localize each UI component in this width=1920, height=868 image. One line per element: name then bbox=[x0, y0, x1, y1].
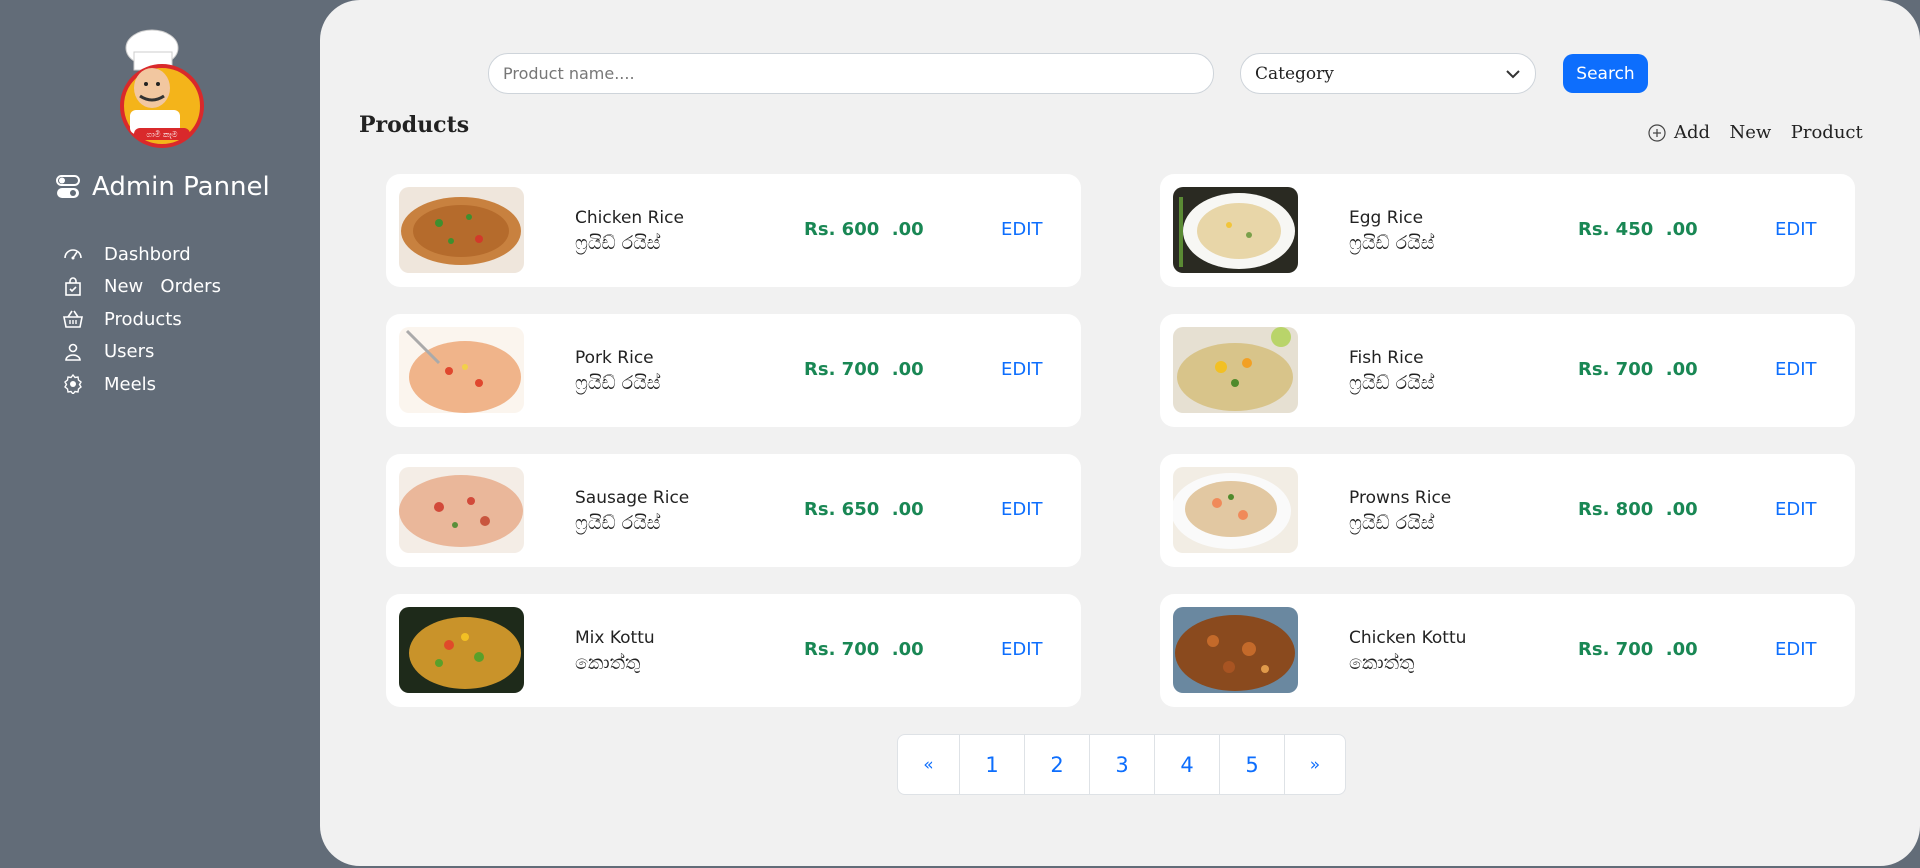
product-price: Rs. 700 .00 bbox=[1578, 359, 1698, 380]
product-price: Rs. 650 .00 bbox=[804, 499, 924, 520]
category-select-label: Category bbox=[1255, 63, 1334, 84]
chef-logo: ගාමි කෑම bbox=[110, 26, 208, 148]
food-icon bbox=[62, 373, 84, 395]
sidebar-nav: Dashbord New Orders Products Users Meels bbox=[62, 238, 221, 401]
add-new-product-button[interactable]: Add New Product bbox=[1648, 122, 1863, 143]
product-card: Fish Rice ෆ්‍රයිඩ් රයිස් Rs. 700 .00 EDI… bbox=[1160, 314, 1855, 427]
product-name: Egg Rice bbox=[1349, 208, 1424, 228]
product-card: Prowns Rice ෆ්‍රයිඩ් රයිස් Rs. 800 .00 E… bbox=[1160, 454, 1855, 567]
product-subtitle: කොත්තු bbox=[1349, 652, 1415, 674]
product-search-input[interactable] bbox=[488, 53, 1214, 94]
product-subtitle: ෆ්‍රයිඩ් රයිස් bbox=[575, 232, 661, 254]
category-select[interactable]: Category bbox=[1240, 53, 1536, 94]
edit-link[interactable]: EDIT bbox=[1775, 359, 1817, 380]
product-image bbox=[1173, 607, 1298, 693]
svg-text:ගාමි කෑම: ගාමි කෑම bbox=[146, 130, 177, 139]
product-card: Chicken Rice ෆ්‍රයිඩ් රයිස් Rs. 600 .00 … bbox=[386, 174, 1081, 287]
sidebar-item-label: Products bbox=[104, 308, 182, 330]
sidebar: ගාමි කෑම Admin Pannel Dashbord New Order… bbox=[0, 0, 320, 868]
brand-title: Admin Pannel bbox=[92, 172, 270, 202]
product-price: Rs. 800 .00 bbox=[1578, 499, 1698, 520]
pagination-page-4[interactable]: 4 bbox=[1154, 735, 1219, 794]
brand: Admin Pannel bbox=[56, 172, 270, 202]
product-card: Sausage Rice ෆ්‍රයිඩ් රයිස් Rs. 650 .00 … bbox=[386, 454, 1081, 567]
edit-link[interactable]: EDIT bbox=[1775, 219, 1817, 240]
product-name: Mix Kottu bbox=[575, 628, 655, 648]
product-card: Egg Rice ෆ්‍රයිඩ් රයිස් Rs. 450 .00 EDIT bbox=[1160, 174, 1855, 287]
sidebar-item-products[interactable]: Products bbox=[62, 303, 221, 336]
bag-check-icon bbox=[62, 276, 84, 298]
add-new-product-label: Add New Product bbox=[1674, 122, 1863, 143]
plus-circle-icon bbox=[1648, 123, 1666, 142]
edit-link[interactable]: EDIT bbox=[1001, 639, 1043, 660]
product-price: Rs. 700 .00 bbox=[804, 639, 924, 660]
pagination-page-5[interactable]: 5 bbox=[1219, 735, 1284, 794]
speedometer-icon bbox=[62, 243, 84, 265]
product-image bbox=[399, 327, 524, 413]
product-name: Pork Rice bbox=[575, 348, 654, 368]
pagination-page-2[interactable]: 2 bbox=[1024, 735, 1089, 794]
product-name: Prowns Rice bbox=[1349, 488, 1452, 508]
product-subtitle: ෆ්‍රයිඩ් රයිස් bbox=[1349, 232, 1435, 254]
pagination-page-3[interactable]: 3 bbox=[1089, 735, 1154, 794]
pagination-next[interactable]: » bbox=[1284, 735, 1345, 794]
product-name: Fish Rice bbox=[1349, 348, 1424, 368]
product-price: Rs. 700 .00 bbox=[804, 359, 924, 380]
product-subtitle: කොත්තු bbox=[575, 652, 641, 674]
pagination-page-1[interactable]: 1 bbox=[959, 735, 1024, 794]
product-price: Rs. 600 .00 bbox=[804, 219, 924, 240]
sidebar-item-label: Users bbox=[104, 341, 155, 363]
product-image bbox=[399, 467, 524, 553]
edit-link[interactable]: EDIT bbox=[1775, 639, 1817, 660]
sidebar-item-dashboard[interactable]: Dashbord bbox=[62, 238, 221, 271]
product-subtitle: ෆ්‍රයිඩ් රයිස් bbox=[575, 372, 661, 394]
sidebar-item-label: New Orders bbox=[104, 276, 221, 298]
product-price: Rs. 700 .00 bbox=[1578, 639, 1698, 660]
sidebar-item-new-orders[interactable]: New Orders bbox=[62, 271, 221, 304]
main-panel: Category Search Products Add New Product… bbox=[320, 0, 1920, 866]
chevron-down-icon bbox=[1506, 69, 1520, 78]
product-card: Pork Rice ෆ්‍රයිඩ් රයිස් Rs. 700 .00 EDI… bbox=[386, 314, 1081, 427]
pagination-prev[interactable]: « bbox=[898, 735, 959, 794]
product-card: Chicken Kottu කොත්තු Rs. 700 .00 EDIT bbox=[1160, 594, 1855, 707]
edit-link[interactable]: EDIT bbox=[1775, 499, 1817, 520]
edit-link[interactable]: EDIT bbox=[1001, 499, 1043, 520]
product-subtitle: ෆ්‍රයිඩ් රයිස් bbox=[575, 512, 661, 534]
sidebar-item-meels[interactable]: Meels bbox=[62, 368, 221, 401]
product-image bbox=[1173, 327, 1298, 413]
product-name: Chicken Kottu bbox=[1349, 628, 1467, 648]
person-icon bbox=[62, 341, 84, 363]
edit-link[interactable]: EDIT bbox=[1001, 219, 1043, 240]
product-name: Chicken Rice bbox=[575, 208, 684, 228]
product-card: Mix Kottu කොත්තු Rs. 700 .00 EDIT bbox=[386, 594, 1081, 707]
sidebar-item-users[interactable]: Users bbox=[62, 336, 221, 369]
basket-icon bbox=[62, 308, 84, 330]
product-image bbox=[399, 187, 524, 273]
search-button[interactable]: Search bbox=[1563, 54, 1648, 93]
edit-link[interactable]: EDIT bbox=[1001, 359, 1043, 380]
product-subtitle: ෆ්‍රයිඩ් රයිස් bbox=[1349, 512, 1435, 534]
product-image bbox=[399, 607, 524, 693]
product-name: Sausage Rice bbox=[575, 488, 690, 508]
page-title: Products bbox=[359, 112, 470, 138]
product-subtitle: ෆ්‍රයිඩ් රයිස් bbox=[1349, 372, 1435, 394]
sidebar-item-label: Dashbord bbox=[104, 243, 191, 265]
product-image bbox=[1173, 187, 1298, 273]
product-image bbox=[1173, 467, 1298, 553]
pagination: « 1 2 3 4 5 » bbox=[897, 734, 1346, 795]
sidebar-item-label: Meels bbox=[104, 373, 157, 395]
product-price: Rs. 450 .00 bbox=[1578, 219, 1698, 240]
toggles-icon bbox=[56, 175, 80, 198]
